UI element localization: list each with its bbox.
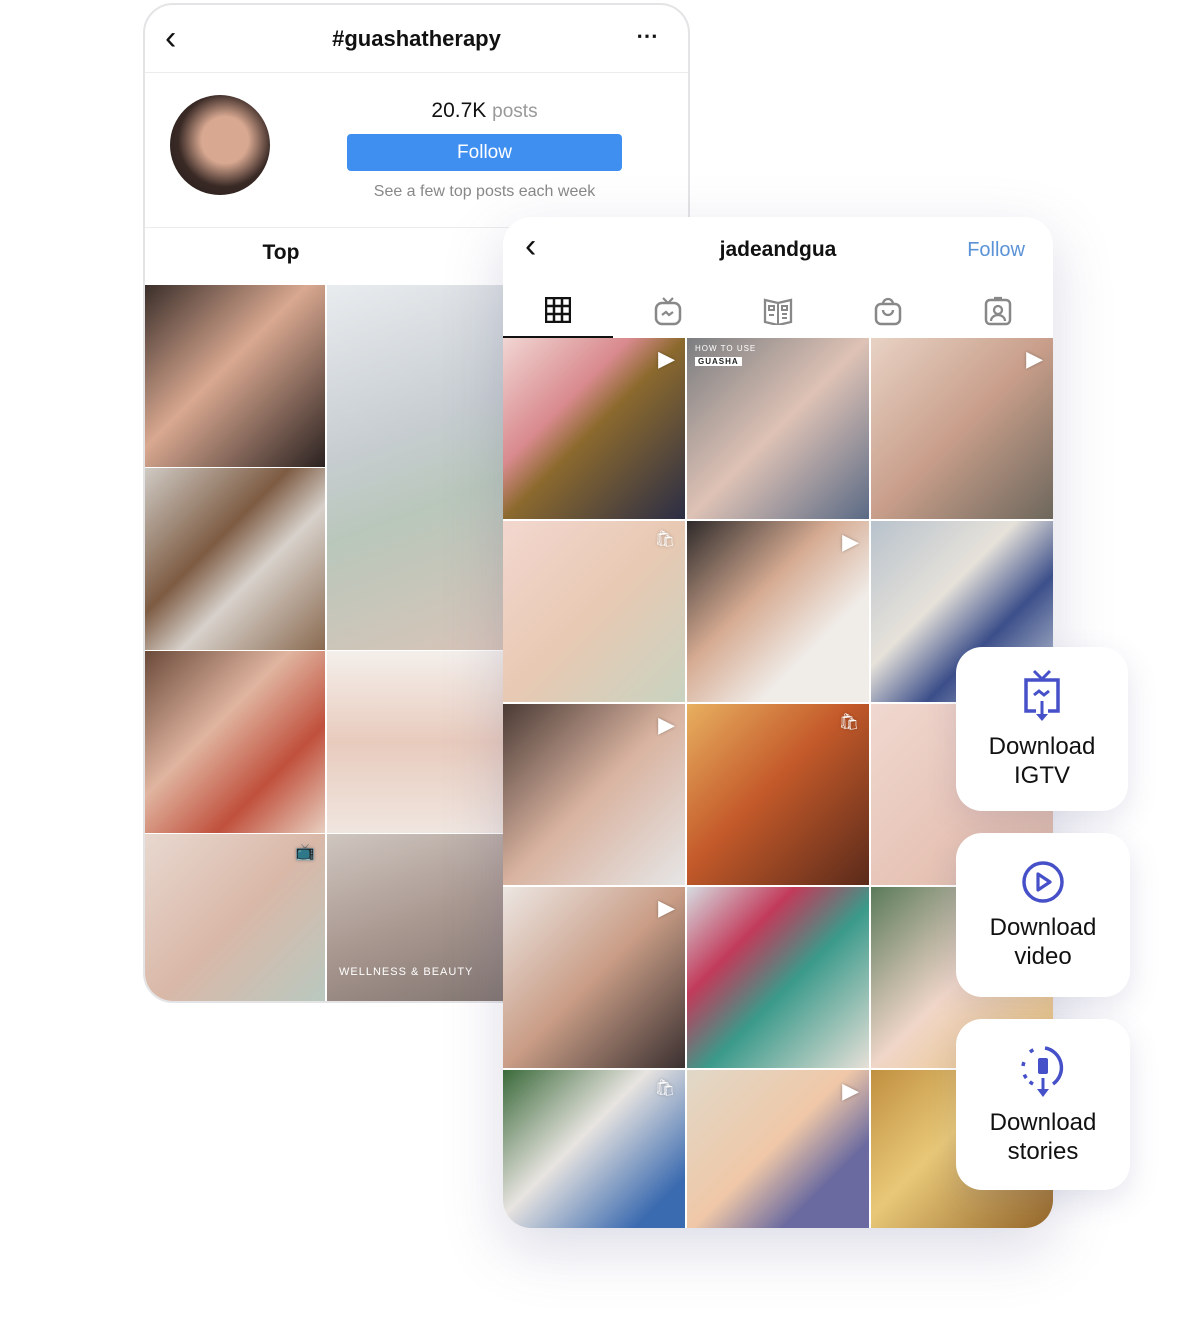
- profile-header: ‹ jadeandgua Follow: [503, 217, 1053, 283]
- shop-icon: 🛍: [654, 531, 675, 548]
- shop-icon: 🛍: [838, 714, 859, 731]
- hashtag-title: #guashatherapy: [332, 25, 501, 51]
- download-igtv-line2: IGTV: [1013, 762, 1070, 789]
- profile-post-tile[interactable]: 🛍: [687, 704, 869, 885]
- hashtag-header: ‹ #guashatherapy ⋯: [145, 5, 688, 73]
- download-stories-line1: Download: [989, 1108, 1097, 1136]
- play-icon: ▶: [842, 529, 859, 554]
- posts-count: 20.7K posts: [347, 99, 622, 123]
- download-stories-button[interactable]: Download stories: [956, 1019, 1130, 1190]
- profile-post-tile[interactable]: ▶: [503, 887, 685, 1068]
- grid-icon: [545, 296, 571, 323]
- back-button[interactable]: ‹: [525, 227, 536, 266]
- profile-post-tile[interactable]: ▶: [871, 338, 1053, 519]
- download-video-line2: video: [1014, 943, 1072, 970]
- shop-icon: 🛍: [654, 1080, 675, 1097]
- shop-icon: [874, 297, 902, 325]
- profile-post-tile[interactable]: [687, 887, 869, 1068]
- top-post-tile[interactable]: [145, 285, 325, 467]
- download-video-line1: Download: [989, 914, 1097, 941]
- profile-post-tile[interactable]: 🛍: [503, 1070, 685, 1228]
- top-post-tile[interactable]: [145, 651, 325, 833]
- profile-post-tile[interactable]: 🛍: [503, 521, 685, 702]
- tab-tagged[interactable]: [943, 283, 1053, 338]
- tagged-icon: [984, 296, 1012, 325]
- tab-grid[interactable]: [503, 283, 613, 338]
- download-igtv-button[interactable]: Download IGTV: [956, 647, 1128, 811]
- posts-count-value: 20.7K: [431, 99, 487, 122]
- tab-shop[interactable]: [833, 283, 943, 338]
- hashtag-avatar: [170, 95, 270, 195]
- tile-caption: HOW TO USE: [695, 344, 757, 353]
- tile-caption: GUASHA: [695, 357, 742, 366]
- profile-post-tile[interactable]: HOW TO USE GUASHA: [687, 338, 869, 519]
- top-post-tile[interactable]: WELLNESS & BEAUTY: [327, 834, 507, 1001]
- guides-icon: [763, 298, 793, 325]
- hashtag-subtitle: See a few top posts each week: [373, 183, 596, 200]
- posts-label: posts: [492, 101, 538, 122]
- play-circle-icon: [1022, 861, 1064, 903]
- igtv-download-icon: [1024, 669, 1060, 721]
- back-button[interactable]: ‹: [165, 19, 176, 58]
- more-options-icon[interactable]: ⋯: [636, 23, 658, 49]
- profile-post-tile[interactable]: ▶: [687, 1070, 869, 1228]
- follow-profile-link[interactable]: Follow: [967, 239, 1025, 262]
- tab-guides[interactable]: [723, 283, 833, 338]
- profile-username: jadeandgua: [719, 238, 837, 261]
- play-icon: ▶: [658, 895, 675, 920]
- profile-post-tile[interactable]: ▶: [687, 521, 869, 702]
- profile-post-tile[interactable]: ▶: [503, 704, 685, 885]
- igtv-icon: [654, 296, 682, 325]
- top-post-tile[interactable]: [145, 468, 325, 650]
- tile-caption: WELLNESS & BEAUTY: [339, 966, 474, 978]
- top-post-tile[interactable]: 📺: [145, 834, 325, 1001]
- top-post-tile[interactable]: [327, 285, 507, 650]
- play-icon: ▶: [658, 346, 675, 371]
- follow-hashtag-button[interactable]: Follow: [347, 134, 622, 171]
- stories-download-icon: [1021, 1045, 1064, 1097]
- download-igtv-line1: Download: [988, 733, 1096, 760]
- play-icon: ▶: [1026, 346, 1043, 371]
- download-stories-line2: stories: [1007, 1137, 1079, 1165]
- top-post-tile[interactable]: [327, 651, 507, 833]
- play-icon: ▶: [658, 712, 675, 737]
- profile-post-tile[interactable]: ▶: [503, 338, 685, 519]
- tab-top[interactable]: Top: [145, 241, 417, 265]
- download-video-button[interactable]: Download video: [956, 833, 1130, 997]
- play-icon: ▶: [842, 1078, 859, 1103]
- tab-igtv[interactable]: [613, 283, 723, 338]
- igtv-icon: 📺: [295, 844, 315, 861]
